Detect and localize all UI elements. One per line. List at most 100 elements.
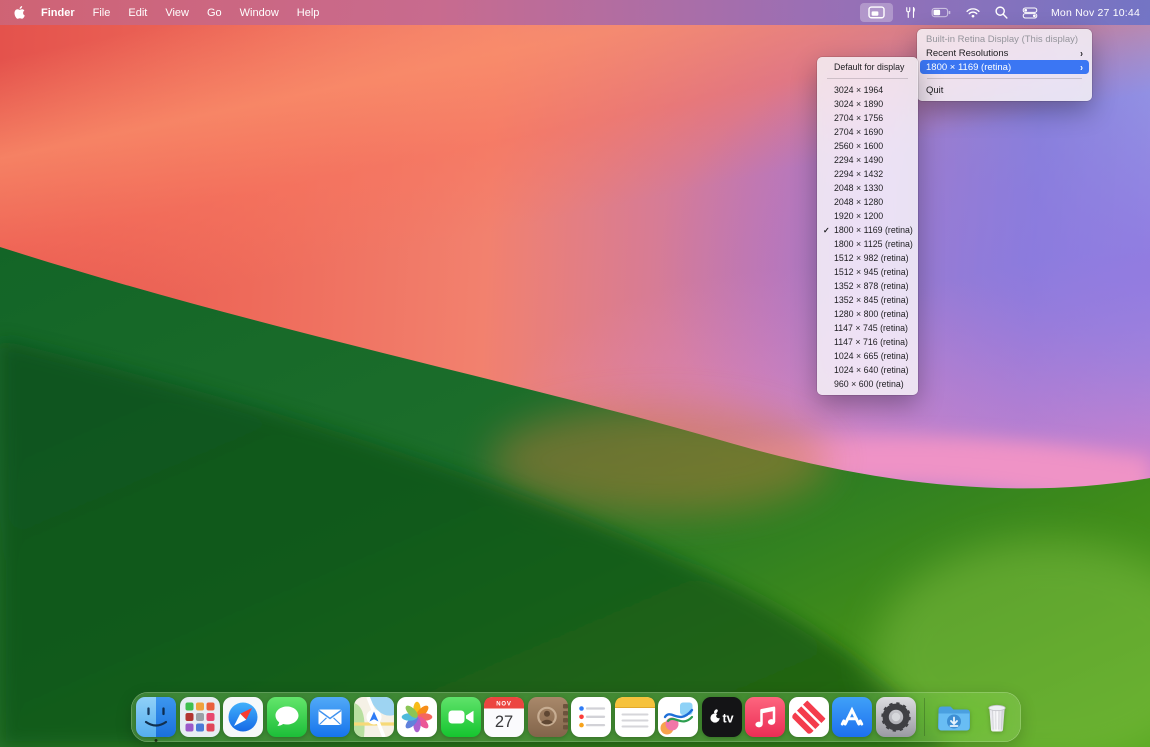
menu-item-3024-1964[interactable]: 3024 × 1964 bbox=[820, 83, 915, 97]
wifi-icon[interactable] bbox=[965, 5, 981, 20]
menu-item-label: 1024 × 665 (retina) bbox=[834, 351, 909, 361]
menu-item-2294-1490[interactable]: 2294 × 1490 bbox=[820, 153, 915, 167]
menu-item-1352-845-retina[interactable]: 1352 × 845 (retina) bbox=[820, 293, 915, 307]
dock-photos-icon[interactable] bbox=[397, 697, 437, 737]
dock-trash-icon[interactable] bbox=[977, 697, 1017, 737]
resolution-dropdown-menu: Built-in Retina Display (This display)Re… bbox=[917, 29, 1092, 101]
dock-calendar-icon[interactable]: NOV 27 bbox=[484, 697, 524, 737]
dock-finder-icon[interactable] bbox=[136, 697, 176, 737]
menu-item-label: 1147 × 716 (retina) bbox=[834, 337, 908, 347]
menu-item-label: 960 × 600 (retina) bbox=[834, 379, 904, 389]
menu-item-1920-1200[interactable]: 1920 × 1200 bbox=[820, 209, 915, 223]
menu-item-default-for-display[interactable]: Default for display bbox=[820, 60, 915, 74]
menu-item-quit[interactable]: Quit bbox=[920, 83, 1089, 97]
menu-item-label: Default for display bbox=[834, 62, 904, 72]
menu-item-1800-1169-retina[interactable]: 1800 × 1169 (retina) › bbox=[920, 60, 1089, 74]
menu-item-960-600-retina[interactable]: 960 × 600 (retina) bbox=[820, 377, 915, 391]
menubar-menu-finder[interactable]: Finder bbox=[32, 0, 84, 25]
menu-item-label: 1512 × 945 (retina) bbox=[834, 267, 909, 277]
desktop-wallpaper bbox=[0, 0, 1150, 747]
svg-text:NOV: NOV bbox=[496, 701, 511, 707]
submenu-arrow-icon: › bbox=[1080, 61, 1083, 73]
menu-item-2704-1756[interactable]: 2704 × 1756 bbox=[820, 111, 915, 125]
dock-separator bbox=[924, 698, 925, 736]
menu-item-label: 1800 × 1125 (retina) bbox=[834, 239, 913, 249]
dock-downloads-icon[interactable] bbox=[934, 697, 974, 737]
menu-item-label: 3024 × 1964 bbox=[834, 85, 883, 95]
dock-appstore-icon[interactable] bbox=[832, 697, 872, 737]
running-indicator-dot bbox=[155, 739, 158, 742]
checkmark-icon: ✓ bbox=[823, 226, 830, 235]
dock-messages-icon[interactable] bbox=[267, 697, 307, 737]
menu-item-label: 1147 × 745 (retina) bbox=[834, 323, 908, 333]
menu-item-1800-1169-retina[interactable]: ✓ 1800 × 1169 (retina) bbox=[820, 223, 915, 237]
menu-separator bbox=[827, 78, 908, 79]
dock-settings-icon[interactable] bbox=[876, 697, 916, 737]
wallpaper-green-waves bbox=[0, 0, 1150, 747]
menu-item-label: Quit bbox=[926, 85, 943, 96]
menu-item-1352-878-retina[interactable]: 1352 × 878 (retina) bbox=[820, 279, 915, 293]
menu-item-1147-716-retina[interactable]: 1147 × 716 (retina) bbox=[820, 335, 915, 349]
menubar-menu-file[interactable]: File bbox=[84, 0, 120, 25]
dock-mail-icon[interactable] bbox=[310, 697, 350, 737]
svg-text:27: 27 bbox=[495, 713, 513, 731]
menubar-menus: FinderFileEditViewGoWindowHelp bbox=[32, 0, 328, 25]
resolution-submenu: Default for display 3024 × 1964 3024 × 189… bbox=[817, 57, 918, 395]
dock-news-icon[interactable] bbox=[789, 697, 829, 737]
menu-item-1800-1125-retina[interactable]: 1800 × 1125 (retina) bbox=[820, 237, 915, 251]
menu-item-label: 1024 × 640 (retina) bbox=[834, 365, 909, 375]
menu-item-label: 2048 × 1330 bbox=[834, 183, 883, 193]
apple-logo-icon[interactable] bbox=[13, 5, 25, 20]
menu-item-label: 1800 × 1169 (retina) bbox=[834, 225, 913, 235]
menubar-menu-go[interactable]: Go bbox=[198, 0, 231, 25]
dock-music-icon[interactable] bbox=[745, 697, 785, 737]
menu-item-2048-1330[interactable]: 2048 × 1330 bbox=[820, 181, 915, 195]
menu-item-1280-800-retina[interactable]: 1280 × 800 (retina) bbox=[820, 307, 915, 321]
menu-item-label: 2048 × 1280 bbox=[834, 197, 883, 207]
menu-item-label: Recent Resolutions bbox=[926, 48, 1008, 59]
menu-item-label: 1512 × 982 (retina) bbox=[834, 253, 909, 263]
dock-maps-icon[interactable] bbox=[354, 697, 394, 737]
menu-item-1024-640-retina[interactable]: 1024 × 640 (retina) bbox=[820, 363, 915, 377]
dock-reminders-icon[interactable] bbox=[571, 697, 611, 737]
menu-item-2560-1600[interactable]: 2560 × 1600 bbox=[820, 139, 915, 153]
menu-item-2294-1432[interactable]: 2294 × 1432 bbox=[820, 167, 915, 181]
menubar-menu-window[interactable]: Window bbox=[231, 0, 288, 25]
dock-facetime-icon[interactable] bbox=[441, 697, 481, 737]
menu-item-2048-1280[interactable]: 2048 × 1280 bbox=[820, 195, 915, 209]
menubar-menu-edit[interactable]: Edit bbox=[119, 0, 156, 25]
dock-contacts-icon[interactable] bbox=[528, 697, 568, 737]
dock-launchpad-icon[interactable] bbox=[180, 697, 220, 737]
menu-item-label: 2704 × 1690 bbox=[834, 127, 883, 137]
menu-item-1512-945-retina[interactable]: 1512 × 945 (retina) bbox=[820, 265, 915, 279]
dock-safari-icon[interactable] bbox=[223, 697, 263, 737]
menu-item-1512-982-retina[interactable]: 1512 × 982 (retina) bbox=[820, 251, 915, 265]
menu-item-label: 2560 × 1600 bbox=[834, 141, 883, 151]
menu-item-1024-665-retina[interactable]: 1024 × 665 (retina) bbox=[820, 349, 915, 363]
svg-text:tv: tv bbox=[722, 712, 733, 726]
submenu-arrow-icon: › bbox=[1080, 47, 1083, 59]
menu-bar: FinderFileEditViewGoWindowHelp Mon Nov 2… bbox=[0, 0, 1150, 25]
menubar-menu-view[interactable]: View bbox=[156, 0, 198, 25]
spotlight-search-icon[interactable] bbox=[994, 5, 1009, 20]
menu-item-2704-1690[interactable]: 2704 × 1690 bbox=[820, 125, 915, 139]
menubar-clock[interactable]: Mon Nov 27 10:44 bbox=[1051, 7, 1140, 19]
dock-notes-icon[interactable] bbox=[615, 697, 655, 737]
menubar-status-area: Mon Nov 27 10:44 bbox=[860, 3, 1150, 22]
menu-item-1147-745-retina[interactable]: 1147 × 745 (retina) bbox=[820, 321, 915, 335]
menu-item-label: 1920 × 1200 bbox=[834, 211, 883, 221]
menu-item-label: 2704 × 1756 bbox=[834, 113, 883, 123]
dock-freeform-icon[interactable] bbox=[658, 697, 698, 737]
menu-item-label: 3024 × 1890 bbox=[834, 99, 883, 109]
menu-item-3024-1890[interactable]: 3024 × 1890 bbox=[820, 97, 915, 111]
menu-item-label: 1800 × 1169 (retina) bbox=[926, 62, 1011, 73]
menu-item-recent-resolutions[interactable]: Recent Resolutions › bbox=[920, 46, 1089, 60]
utensils-utility-icon[interactable] bbox=[903, 5, 918, 20]
display-resolution-menu-icon[interactable] bbox=[860, 3, 893, 22]
menu-item-label: Built-in Retina Display (This display) bbox=[926, 34, 1078, 45]
menubar-menu-help[interactable]: Help bbox=[288, 0, 329, 25]
menu-item-label: 1352 × 845 (retina) bbox=[834, 295, 909, 305]
control-center-icon[interactable] bbox=[1022, 6, 1038, 20]
dock-appletv-icon[interactable]: tv bbox=[702, 697, 742, 737]
battery-icon[interactable] bbox=[931, 5, 952, 20]
